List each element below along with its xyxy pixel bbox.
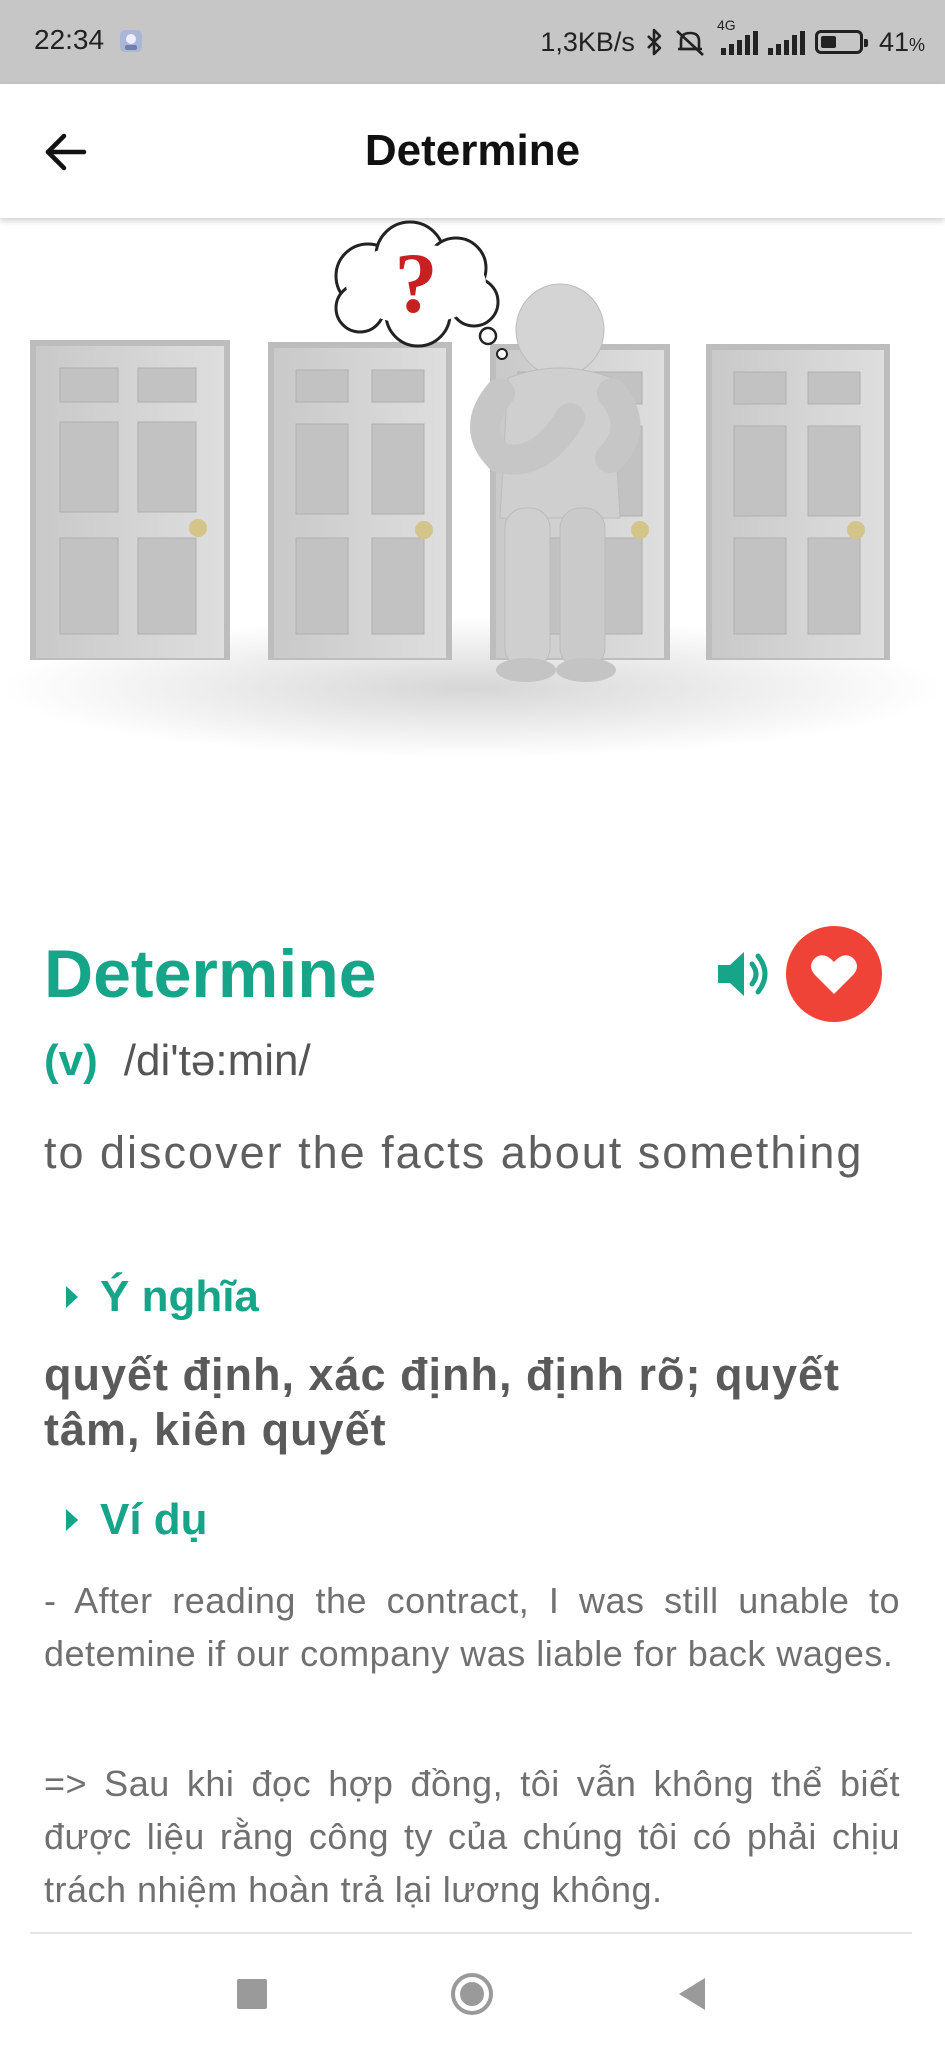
favorite-button[interactable] [786, 926, 882, 1022]
meaning-header[interactable]: Ý nghĩa [66, 1272, 259, 1322]
meaning-label: Ý nghĩa [100, 1272, 259, 1321]
door [268, 342, 452, 660]
heart-icon [811, 955, 857, 994]
status-icons: 1,3KB/s 4G 41% [540, 17, 925, 60]
status-bar: 22:34 1,3KB/s 4G 41% [0, 0, 945, 84]
thought-cloud: ? [334, 220, 508, 360]
bluetooth-icon [647, 28, 662, 56]
status-time: 22:34 [34, 24, 105, 55]
battery-icon [814, 30, 868, 54]
word-illustration: ? [2, 220, 942, 758]
system-nav-bar [0, 1934, 945, 2048]
battery-text: 41% [879, 27, 925, 58]
page-title: Determine [364, 126, 581, 175]
part-of-speech: (v) [44, 1036, 98, 1085]
meaning-text: quyết định, xác định, định rõ; quyết tâm… [44, 1349, 841, 1455]
door [706, 344, 890, 660]
battery-level [820, 36, 836, 48]
battery-percent: 41 [878, 26, 909, 57]
network-type: 4G [716, 17, 736, 33]
speaker-icon[interactable] [714, 944, 778, 1004]
definition: to discover the facts about something [44, 1127, 864, 1178]
app-icon [120, 30, 142, 52]
back-triangle-icon [679, 1978, 705, 2010]
home-button[interactable] [442, 1964, 502, 2024]
caret-right-icon [66, 1286, 78, 1308]
recents-button[interactable] [222, 1964, 282, 2024]
word-title: Determine [44, 936, 377, 1012]
network-speed: 1,3KB/s [540, 26, 635, 57]
caret-right-icon [66, 1509, 78, 1531]
example-english: - After reading the contract, I was stil… [44, 1580, 900, 1674]
pronunciation-line: (v) /di'tə:min/ [44, 1036, 311, 1086]
signal-4g: 4G [717, 17, 758, 55]
example-label: Ví dụ [100, 1495, 208, 1544]
signal-icon [767, 29, 805, 55]
home-circle-icon [451, 1973, 493, 2015]
battery-unit: % [908, 34, 925, 55]
question-mark: ? [395, 235, 438, 331]
recents-square-icon [237, 1979, 267, 2009]
system-back-button[interactable] [662, 1964, 722, 2024]
app-bar: Determine [0, 84, 945, 218]
door [30, 340, 230, 660]
example-vietnamese: => Sau khi đọc hợp đồng, tôi vẫn không t… [44, 1763, 900, 1910]
phonetic: /di'tə:min/ [123, 1036, 311, 1085]
mute-icon [676, 30, 704, 56]
example-header[interactable]: Ví dụ [66, 1495, 208, 1545]
